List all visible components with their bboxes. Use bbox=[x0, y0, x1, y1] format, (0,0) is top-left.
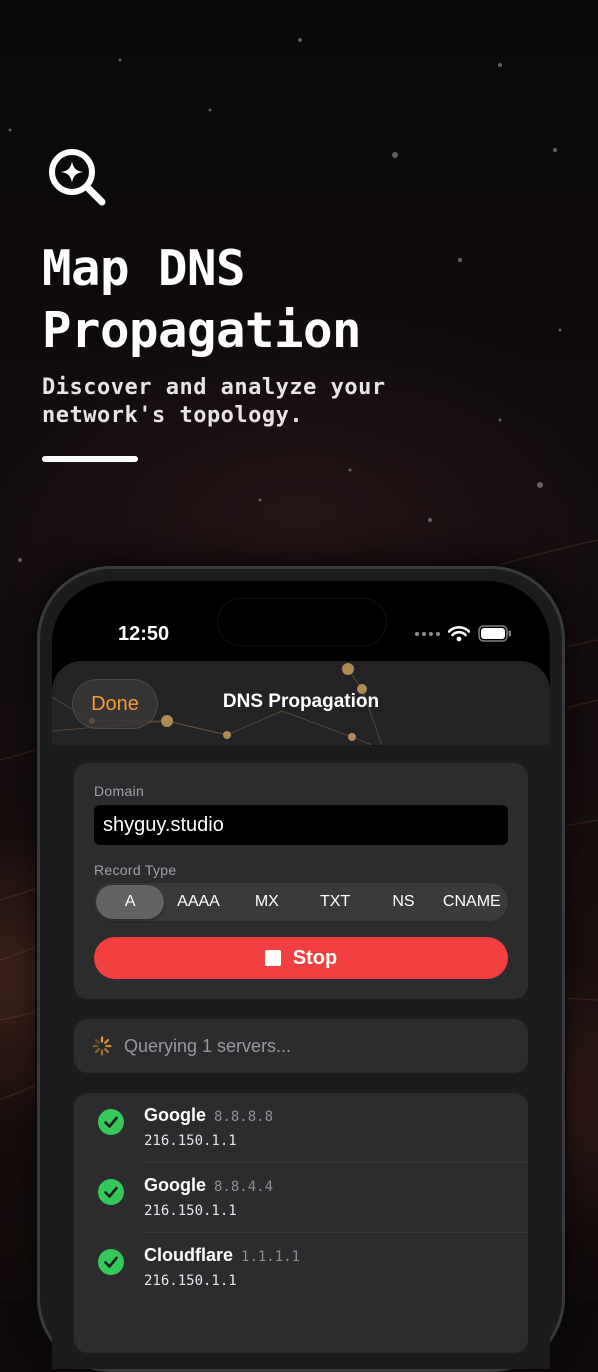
status-time: 12:50 bbox=[118, 623, 170, 645]
wifi-icon bbox=[448, 625, 470, 641]
result-row[interactable]: Google 8.8.4.4 216.150.1.1 bbox=[74, 1163, 528, 1233]
battery-icon bbox=[478, 625, 511, 642]
domain-input[interactable] bbox=[94, 805, 508, 845]
result-row[interactable]: Cloudflare 1.1.1.1 216.150.1.1 bbox=[74, 1233, 528, 1303]
result-answer: 216.150.1.1 bbox=[144, 1273, 237, 1289]
result-server-ip: 1.1.1.1 bbox=[241, 1249, 301, 1265]
phone-frame: 12:50 Done DNS Propagation Domain shyguy… bbox=[37, 566, 565, 1372]
record-type-option-aaaa[interactable]: AAAA bbox=[164, 885, 232, 919]
stop-button[interactable]: Stop bbox=[94, 937, 508, 979]
stop-button-label: Stop bbox=[292, 946, 338, 969]
hero-subtitle-line-2: network's topology. bbox=[42, 403, 304, 428]
record-type-option-a[interactable]: A bbox=[96, 885, 165, 919]
success-checkmark-icon bbox=[98, 1179, 124, 1205]
record-type-option-mx[interactable]: MX bbox=[233, 885, 301, 919]
success-checkmark-icon bbox=[98, 1109, 124, 1135]
query-progress-card: Querying 1 servers... bbox=[74, 1019, 528, 1073]
record-type-option-txt[interactable]: TXT bbox=[301, 885, 369, 919]
hero-underline bbox=[42, 456, 138, 462]
success-checkmark-icon bbox=[98, 1249, 124, 1275]
result-row[interactable]: Google 8.8.8.8 216.150.1.1 bbox=[74, 1093, 528, 1163]
hero-subtitle: Discover and analyze your network's topo… bbox=[42, 374, 386, 430]
record-type-label: Record Type bbox=[94, 862, 177, 878]
result-server-ip: 8.8.8.8 bbox=[214, 1109, 274, 1125]
stop-icon bbox=[264, 950, 281, 966]
signal-dots-icon bbox=[415, 631, 440, 636]
query-status-text: Querying 1 servers... bbox=[124, 1036, 292, 1056]
record-type-option-ns[interactable]: NS bbox=[369, 885, 437, 919]
result-answer: 216.150.1.1 bbox=[144, 1133, 237, 1149]
hero-title-line-1: Map DNS bbox=[42, 240, 246, 297]
status-icons bbox=[415, 625, 512, 642]
dns-propagation-sheet: Done DNS Propagation Domain Record Type … bbox=[52, 661, 550, 1369]
domain-label: Domain bbox=[94, 783, 145, 799]
result-answer: 216.150.1.1 bbox=[144, 1203, 237, 1219]
hero-subtitle-line-1: Discover and analyze your bbox=[42, 375, 386, 400]
result-server-ip: 8.8.4.4 bbox=[214, 1179, 274, 1195]
hero-title: Map DNS Propagation bbox=[42, 238, 362, 362]
query-form-card: Domain Record Type A AAAA MX TXT NS CNAM… bbox=[74, 763, 528, 999]
hero-title-line-2: Propagation bbox=[42, 302, 362, 359]
record-type-option-cname[interactable]: CNAME bbox=[438, 885, 506, 919]
result-server-name: Cloudflare 1.1.1.1 bbox=[144, 1245, 301, 1265]
result-server-name: Google 8.8.8.8 bbox=[144, 1105, 274, 1125]
result-server-name: Google 8.8.4.4 bbox=[144, 1175, 274, 1195]
record-type-picker[interactable]: A AAAA MX TXT NS CNAME bbox=[94, 883, 508, 921]
sparkle-magnifier-icon bbox=[49, 149, 106, 206]
results-list: Google 8.8.8.8 216.150.1.1 Google 8.8.4.4 … bbox=[74, 1093, 528, 1353]
navigation-bar: Done DNS Propagation bbox=[52, 661, 550, 745]
loading-spinner-icon bbox=[92, 1036, 112, 1056]
nav-title: DNS Propagation bbox=[222, 691, 380, 712]
dynamic-island bbox=[218, 599, 386, 645]
phone-screen: 12:50 Done DNS Propagation Domain shyguy… bbox=[52, 581, 550, 1369]
